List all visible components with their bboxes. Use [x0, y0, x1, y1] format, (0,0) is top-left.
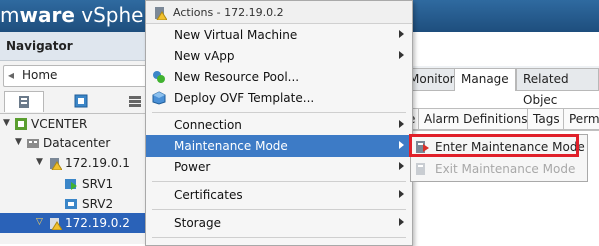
host-warning-icon: [50, 218, 62, 230]
navigator-panel: Navigator ◂ Home ▼ VCENTER ▼ Datacenter …: [0, 32, 151, 244]
back-arrow-icon: ◂: [8, 68, 15, 82]
expand-triangle-icon[interactable]: ▼: [36, 157, 43, 167]
tab-related-objects[interactable]: Related Objec: [516, 68, 599, 107]
submenu-arrow-icon: [399, 120, 404, 128]
ovf-template-icon: [152, 91, 166, 105]
home-label: Home: [22, 68, 58, 82]
tree-item-host-1[interactable]: ▼ 172.19.0.1: [0, 153, 150, 173]
menu-item-exit-maintenance-mode: Exit Maintenance Mode: [411, 158, 587, 180]
exit-maintenance-icon: [416, 163, 425, 175]
menu-separator: [152, 209, 406, 210]
resource-pool-icon: [153, 71, 165, 83]
tab-hosts-and-clusters[interactable]: [4, 91, 44, 112]
menu-item-new-vapp[interactable]: New vApp: [146, 45, 412, 67]
navigator-title: Navigator: [6, 39, 73, 53]
submenu-arrow-icon: [399, 190, 404, 198]
tree-label: Datacenter: [43, 136, 111, 150]
menu-item-new-resource-pool[interactable]: New Resource Pool...: [146, 66, 412, 88]
vm-powered-on-icon: [65, 179, 77, 190]
tree-label: VCENTER: [31, 117, 88, 131]
menu-separator: [152, 181, 406, 182]
menu-item-connection[interactable]: Connection: [146, 114, 412, 136]
menu-item-power[interactable]: Power: [146, 156, 412, 178]
subtab-permissions[interactable]: Perm: [563, 108, 599, 130]
tab-manage[interactable]: Manage: [454, 68, 516, 91]
actions-menu-title: Actions - 172.19.0.2: [173, 6, 284, 19]
tree-item-host-2[interactable]: ▽ 172.19.0.2: [0, 213, 150, 233]
menu-item-storage[interactable]: Storage: [146, 212, 412, 234]
navigator-icon-tabs: [0, 89, 150, 114]
tree-label: SRV2: [82, 197, 114, 211]
host-warning-icon: [50, 158, 62, 170]
host-warning-icon: [155, 7, 167, 20]
tree-item-datacenter[interactable]: ▼ Datacenter: [0, 133, 150, 153]
subtab-tags[interactable]: Tags: [527, 108, 566, 130]
submenu-arrow-icon: [399, 218, 404, 226]
submenu-arrow-icon: [399, 30, 404, 38]
menu-separator: [152, 237, 406, 238]
tree-label: 172.19.0.1: [65, 156, 130, 170]
menu-item-maintenance-mode[interactable]: Maintenance Mode: [146, 135, 412, 157]
menu-item-certificates[interactable]: Certificates: [146, 184, 412, 206]
tree-label: SRV1: [82, 177, 114, 191]
tab-vms-and-templates[interactable]: [62, 91, 100, 111]
submenu-arrow-icon: [399, 162, 404, 170]
subtab-alarm-definitions[interactable]: Alarm Definitions: [418, 108, 534, 130]
vm-icon: [74, 94, 88, 108]
vsphere-logo: mware vSphere: [0, 3, 164, 27]
datacenter-icon: [27, 139, 39, 148]
expand-triangle-icon[interactable]: ▼: [3, 118, 10, 128]
submenu-arrow-icon: [399, 51, 404, 59]
actions-menu: Actions - 172.19.0.2 New Virtual Machine…: [145, 0, 413, 246]
home-button[interactable]: ◂ Home: [3, 65, 149, 87]
vm-icon: [65, 199, 77, 209]
actions-menu-header: Actions - 172.19.0.2: [146, 1, 412, 24]
annotation-highlight-box: [409, 134, 579, 157]
submenu-arrow-icon: [399, 141, 404, 149]
vcenter-icon: [15, 118, 27, 130]
tree-item-vcenter[interactable]: ▼ VCENTER: [0, 114, 150, 134]
host-tree-icon: [19, 96, 29, 108]
navigator-header: Navigator: [0, 32, 150, 61]
tree-item-vm-srv2[interactable]: SRV2: [0, 194, 150, 214]
menu-item-deploy-ovf-template[interactable]: Deploy OVF Template...: [146, 87, 412, 109]
menu-item-new-virtual-machine[interactable]: New Virtual Machine: [146, 24, 412, 46]
storage-icon: [129, 96, 141, 107]
expand-triangle-icon[interactable]: ▼: [15, 137, 22, 147]
tree-item-vm-srv1[interactable]: SRV1: [0, 174, 150, 194]
tree-label: 172.19.0.2: [65, 216, 130, 230]
menu-separator: [152, 112, 406, 113]
expand-triangle-icon[interactable]: ▽: [36, 217, 43, 227]
